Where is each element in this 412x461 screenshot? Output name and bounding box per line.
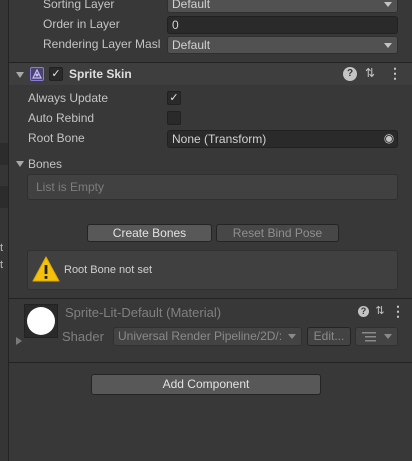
shader-edit-button[interactable]: Edit...: [307, 327, 351, 346]
help-icon[interactable]: ?: [358, 306, 369, 317]
warning-text: Root Bone not set: [64, 264, 153, 276]
component-separator: [9, 298, 412, 299]
sorting-layer-dropdown[interactable]: Default: [167, 0, 398, 13]
sorting-layer-value: Default: [172, 0, 211, 11]
list-icon: [362, 332, 376, 342]
component-separator: [9, 362, 412, 363]
add-component-button[interactable]: Add Component: [91, 374, 321, 395]
more-options-icon[interactable]: ⋮: [391, 304, 405, 320]
order-in-layer-label: Order in Layer: [43, 17, 120, 31]
bones-empty-text: List is Empty: [36, 180, 105, 194]
left-panel-text-fragment: t: [0, 259, 4, 271]
left-panel-text-fragment: t: [0, 242, 4, 254]
shader-value: Universal Render Pipeline/2D/:: [118, 329, 283, 343]
sprite-skin-title: Sprite Skin: [69, 67, 132, 81]
shader-options-dropdown[interactable]: [355, 327, 398, 346]
chevron-down-icon: [384, 334, 392, 339]
sprite-skin-component-icon: [30, 67, 44, 81]
help-icon[interactable]: ?: [343, 67, 357, 81]
root-bone-value: None (Transform): [172, 132, 267, 146]
rendering-layer-mask-value: Default: [172, 38, 211, 52]
sorting-layer-label: Sorting Layer: [43, 0, 115, 11]
rendering-layer-mask-label: Rendering Layer Masl: [43, 37, 161, 51]
always-update-checkbox[interactable]: ✓: [167, 91, 181, 105]
sprite-skin-enabled-checkbox[interactable]: ✓: [49, 67, 63, 81]
root-bone-object-field[interactable]: None (Transform): [167, 130, 398, 148]
create-bones-button[interactable]: Create Bones: [87, 224, 212, 242]
chevron-down-icon: [384, 2, 392, 7]
foldout-arrow-icon[interactable]: [16, 72, 24, 78]
order-in-layer-input[interactable]: 0: [167, 16, 398, 34]
left-panel-edge: t t: [0, 0, 9, 461]
chevron-down-icon: [384, 43, 392, 48]
settings-icon[interactable]: ⇅: [363, 66, 377, 82]
auto-rebind-checkbox[interactable]: [167, 111, 181, 125]
material-foldout-arrow-icon[interactable]: [16, 337, 22, 345]
rendering-layer-mask-dropdown[interactable]: Default: [167, 36, 398, 54]
bones-list: List is Empty: [27, 174, 398, 200]
auto-rebind-label: Auto Rebind: [28, 111, 95, 125]
warning-icon: [32, 256, 60, 282]
more-options-icon[interactable]: ⋮: [388, 66, 402, 82]
chevron-down-icon: [288, 334, 296, 339]
shader-label: Shader: [62, 329, 104, 344]
always-update-label: Always Update: [28, 91, 109, 105]
settings-icon[interactable]: ⇅: [374, 304, 386, 320]
left-panel-row: [0, 186, 8, 208]
bones-label: Bones: [28, 157, 63, 171]
left-panel-selected-row: [0, 143, 8, 165]
bones-foldout-arrow-icon[interactable]: [16, 161, 24, 167]
object-picker-icon[interactable]: ◉: [382, 131, 396, 145]
root-bone-label: Root Bone: [28, 131, 85, 145]
material-preview-thumbnail[interactable]: [24, 304, 58, 338]
material-name: Sprite-Lit-Default (Material): [65, 305, 222, 320]
material-preview-sphere: [27, 307, 55, 335]
shader-dropdown[interactable]: Universal Render Pipeline/2D/:: [113, 327, 302, 346]
reset-bind-pose-button[interactable]: Reset Bind Pose: [216, 224, 339, 242]
